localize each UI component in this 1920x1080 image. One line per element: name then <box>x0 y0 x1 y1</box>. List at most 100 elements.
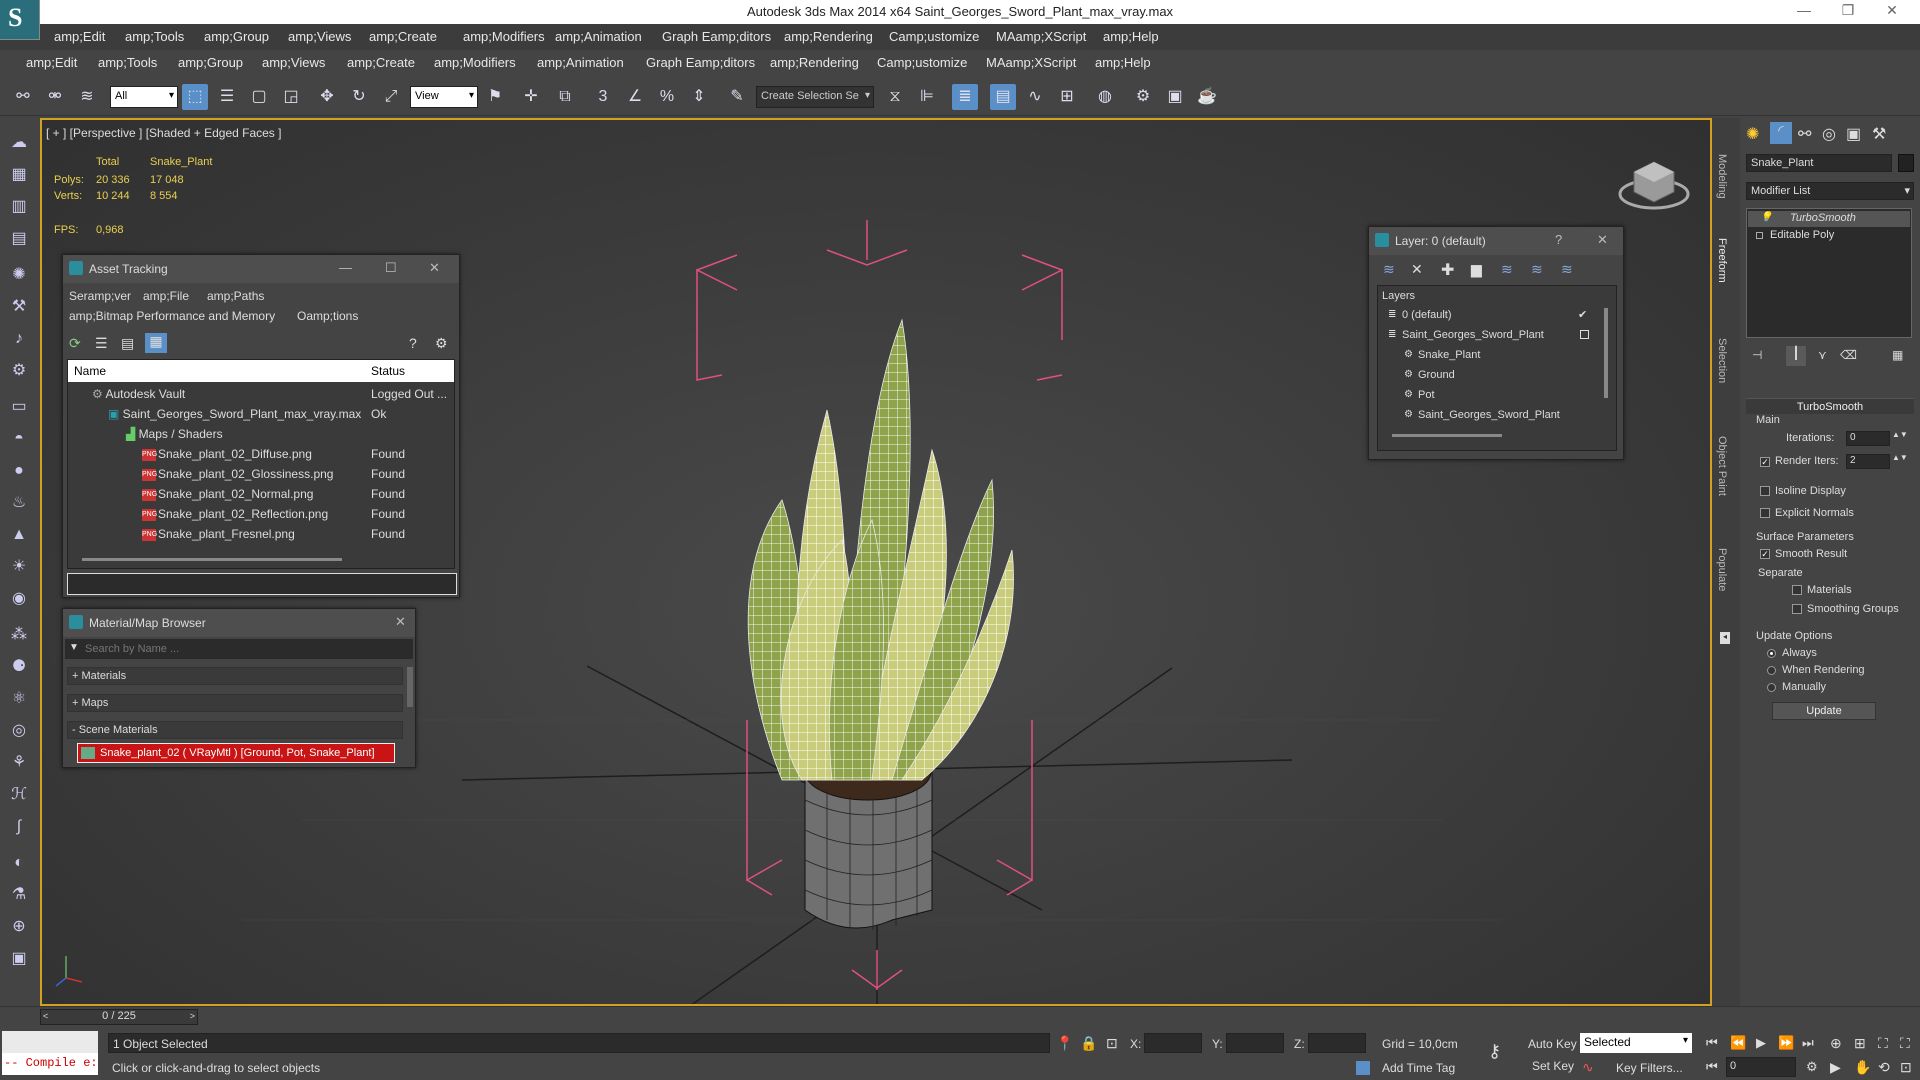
asset-row[interactable]: PNGSnake_plant_02_Reflection.png Found <box>68 504 454 524</box>
menu-item-5[interactable]: amp;Modifiers <box>463 29 545 44</box>
close-icon[interactable]: ✕ <box>1597 232 1608 248</box>
selection-lock-icon[interactable]: 🔒 <box>1080 1035 1097 1052</box>
earth-icon[interactable]: ⊕ <box>6 914 32 940</box>
snapshot-icon[interactable]: ▣ <box>6 946 32 972</box>
absolute-mode-icon[interactable]: ⊡ <box>1106 1035 1118 1052</box>
close-icon[interactable]: ✕ <box>1872 2 1912 22</box>
menu-item-11[interactable]: amp;Help <box>1103 29 1159 44</box>
schematic-view-icon[interactable]: ⊞ <box>1054 84 1080 110</box>
update-when-rendering-radio[interactable] <box>1767 666 1776 675</box>
y-coordinate-field[interactable] <box>1226 1033 1284 1053</box>
asset-row[interactable]: ⚙ Autodesk Vault Logged Out ... <box>68 384 454 404</box>
modify-tab-icon[interactable]: ◜ <box>1770 122 1792 144</box>
isolate-selection-icon[interactable]: 📍 <box>1056 1035 1073 1052</box>
smooth-result-checkbox[interactable]: ✓ <box>1760 549 1770 559</box>
link-icon[interactable]: ⚯ <box>10 84 36 110</box>
menu-item-2[interactable]: amp;Group <box>204 29 269 44</box>
current-layer-check-icon[interactable]: ✔ <box>1578 308 1587 321</box>
asset-row[interactable]: PNGSnake_plant_02_Glossiness.png Found <box>68 464 454 484</box>
unlink-icon[interactable]: ⚮ <box>42 84 68 110</box>
orb-icon[interactable]: ◉ <box>6 586 32 612</box>
spinner-snap-icon[interactable]: ⇕ <box>686 84 712 110</box>
named-selection-set-dropdown[interactable]: Create Selection Se ▾ <box>756 86 874 108</box>
tab-populate[interactable]: Populate <box>1716 548 1728 591</box>
hide-layers-icon[interactable]: ≋ <box>1531 261 1543 278</box>
key-filters-button[interactable]: Key Filters... <box>1616 1061 1683 1075</box>
object-color-swatch[interactable] <box>1898 154 1914 172</box>
vertical-scrollbar[interactable] <box>1604 308 1608 398</box>
add-to-layer-icon[interactable]: ✚ <box>1441 260 1454 280</box>
dynamics-icon[interactable]: ⚈ <box>6 654 32 680</box>
help-icon[interactable]: ? <box>1555 232 1562 247</box>
key-selection-dropdown[interactable]: Selected ▾ <box>1580 1033 1692 1053</box>
add-time-tag[interactable]: Add Time Tag <box>1382 1061 1455 1075</box>
table-view-icon[interactable]: ▦ <box>145 333 167 353</box>
list-view-icon[interactable]: ☰ <box>95 335 108 352</box>
isoline-display-checkbox[interactable] <box>1760 486 1770 496</box>
materials-group[interactable]: + Materials <box>67 667 403 685</box>
dome-icon[interactable]: ◓ <box>6 426 32 452</box>
select-by-name-icon[interactable]: ☰ <box>214 84 240 110</box>
app-logo[interactable]: S <box>0 0 40 40</box>
angle-snap-icon[interactable]: ∠ <box>622 84 648 110</box>
asset-row[interactable]: ▟ Maps / Shaders <box>68 424 454 444</box>
layer-item[interactable]: ⚙ Snake_Plant <box>1378 346 1600 366</box>
scale-icon[interactable]: ⤢ <box>378 84 404 110</box>
scene-material-item[interactable]: Snake_plant_02 ( VRayMtl ) [Ground, Pot,… <box>77 743 395 763</box>
motion-tab-icon[interactable]: ◎ <box>1822 124 1836 144</box>
menu-item-10[interactable]: MAamp;XScript <box>986 55 1076 70</box>
turbosmooth-rollout-header[interactable]: TurboSmooth <box>1746 398 1914 414</box>
display-tab-icon[interactable]: ▣ <box>1846 124 1861 144</box>
modifier-turbosmooth[interactable]: 💡 TurboSmooth <box>1748 211 1910 227</box>
hierarchy-tab-icon[interactable]: ⚯ <box>1798 124 1811 144</box>
create-icon[interactable]: ☁ <box>6 130 32 156</box>
grass-icon[interactable]: ⚘ <box>6 750 32 776</box>
maximize-icon[interactable]: ☐ <box>385 260 397 276</box>
tree-view-icon[interactable]: ▤ <box>121 335 134 352</box>
render-setup-icon[interactable]: ⚙ <box>1130 84 1156 110</box>
highlight-layer-icon[interactable]: ≋ <box>1501 261 1513 278</box>
modifier-editable-poly[interactable]: Editable Poly <box>1748 228 1910 244</box>
asset-row[interactable]: PNGSnake_plant_02_Normal.png Found <box>68 484 454 504</box>
iterations-spinner[interactable]: 0 <box>1846 431 1890 446</box>
scene-materials-group[interactable]: - Scene Materials <box>67 721 403 739</box>
key-mode-icon[interactable]: ⚷ <box>1488 1041 1501 1062</box>
column-name[interactable]: Name <box>74 364 106 378</box>
zoom-icon[interactable]: ⊕ <box>1830 1035 1842 1052</box>
edit-named-sets-icon[interactable]: ✎ <box>724 84 750 110</box>
menu-item-7[interactable]: Graph Eamp;ditors <box>646 55 755 70</box>
menu-item-1[interactable]: amp;Tools <box>98 55 157 70</box>
configure-sets-icon[interactable]: ▦ <box>1892 348 1903 362</box>
asset-tracking-titlebar[interactable]: Asset Tracking — ☐ ✕ <box>63 255 459 283</box>
select-manipulate-icon[interactable]: ✛ <box>518 84 544 110</box>
tab-selection[interactable]: Selection <box>1716 338 1728 383</box>
expand-icon[interactable] <box>1756 232 1763 239</box>
new-layer-icon[interactable]: ≋ <box>1383 261 1395 278</box>
menu-item-4[interactable]: amp;Create <box>347 55 415 70</box>
menu-file[interactable]: amp;File <box>143 289 189 303</box>
mirror-icon[interactable]: ⧖ <box>882 84 908 110</box>
horizontal-scrollbar[interactable] <box>82 558 342 561</box>
layer-item[interactable]: ⚙ Pot <box>1378 386 1600 406</box>
zoom-all-icon[interactable]: ⊞ <box>1854 1035 1866 1052</box>
menu-server[interactable]: Seramp;ver <box>69 289 131 303</box>
menu-options[interactable]: Oamp;tions <box>297 309 358 323</box>
asset-row[interactable]: PNGSnake_plant_Fresnel.png Found <box>68 524 454 544</box>
render-iters-checkbox[interactable]: ✓ <box>1760 457 1770 467</box>
asset-path-field[interactable] <box>67 573 457 595</box>
sphere-icon[interactable]: ● <box>6 458 32 484</box>
window-crossing-icon[interactable]: ◲ <box>278 84 304 110</box>
rotate-icon[interactable]: ↻ <box>346 84 372 110</box>
display-icon[interactable]: ▦ <box>6 162 32 188</box>
update-button[interactable]: Update <box>1772 702 1876 720</box>
menu-item-0[interactable]: amp;Edit <box>26 55 77 70</box>
menu-item-2[interactable]: amp;Group <box>178 55 243 70</box>
close-icon[interactable]: ✕ <box>395 614 406 630</box>
hair-icon[interactable]: ℋ <box>6 782 32 808</box>
pin-stack-icon[interactable]: ⊣ <box>1752 348 1762 362</box>
menu-item-9[interactable]: Camp;ustomize <box>889 29 979 44</box>
curve-editor-icon[interactable]: ∿ <box>1022 84 1048 110</box>
pan-icon[interactable]: ✋ <box>1854 1059 1871 1076</box>
fur-icon[interactable]: ∫ <box>6 814 32 840</box>
schematic-icon[interactable]: ▥ <box>6 194 32 220</box>
